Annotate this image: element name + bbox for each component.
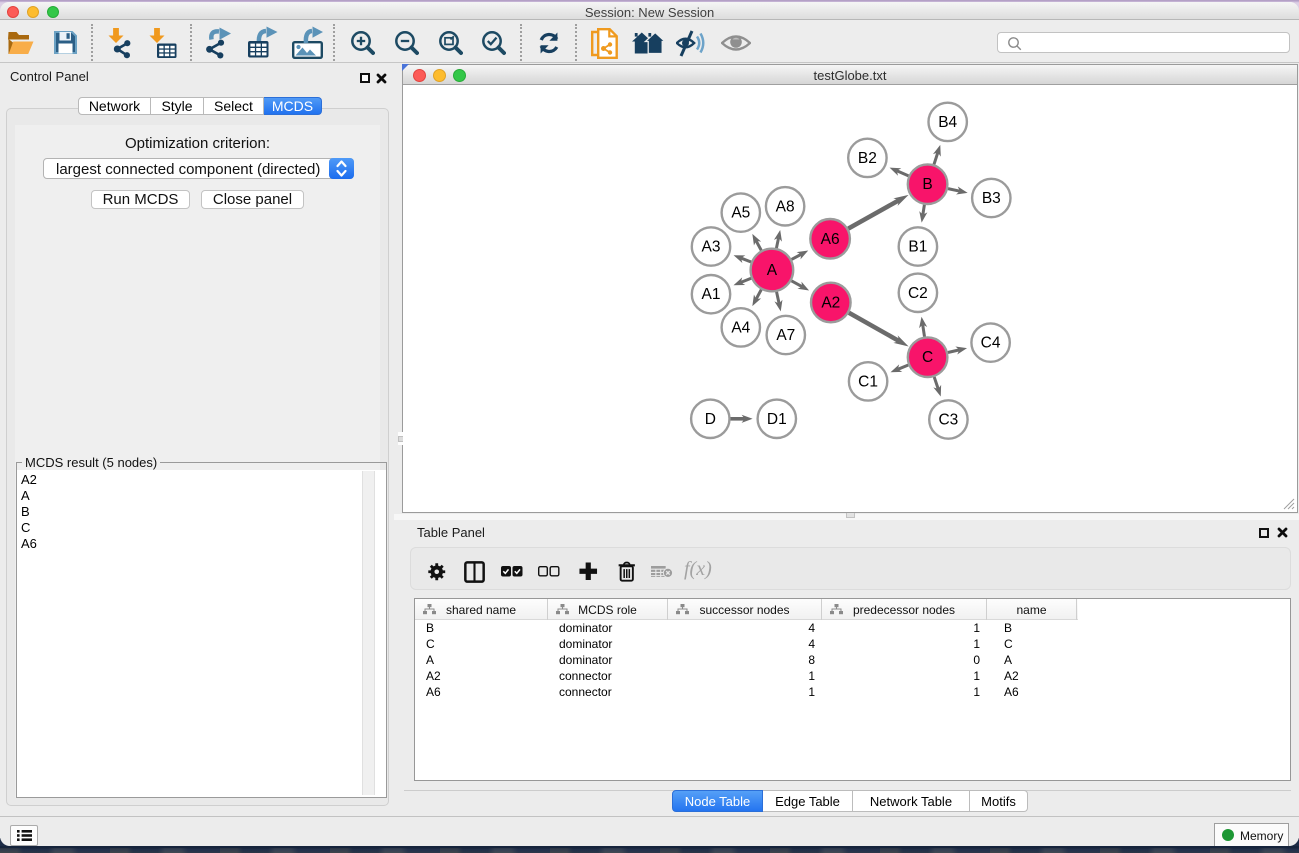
svg-text:C2: C2 [908, 285, 928, 302]
svg-text:A: A [767, 262, 778, 279]
svg-text:A4: A4 [731, 319, 750, 336]
svg-text:C4: C4 [981, 335, 1001, 352]
svg-text:B: B [922, 176, 932, 193]
svg-text:C3: C3 [938, 412, 958, 429]
svg-text:A6: A6 [821, 231, 840, 248]
svg-text:A3: A3 [702, 239, 721, 256]
svg-text:A7: A7 [776, 327, 795, 344]
svg-text:B1: B1 [908, 239, 927, 256]
svg-text:D: D [705, 411, 716, 428]
svg-text:B4: B4 [938, 114, 957, 131]
svg-text:A2: A2 [821, 295, 840, 312]
svg-text:A8: A8 [776, 198, 795, 215]
svg-text:B2: B2 [858, 150, 877, 167]
svg-text:D1: D1 [767, 411, 787, 428]
svg-text:A5: A5 [731, 205, 750, 222]
svg-text:C: C [922, 349, 933, 366]
svg-text:C1: C1 [858, 373, 878, 390]
svg-text:A1: A1 [702, 286, 721, 303]
svg-text:B3: B3 [982, 190, 1001, 207]
